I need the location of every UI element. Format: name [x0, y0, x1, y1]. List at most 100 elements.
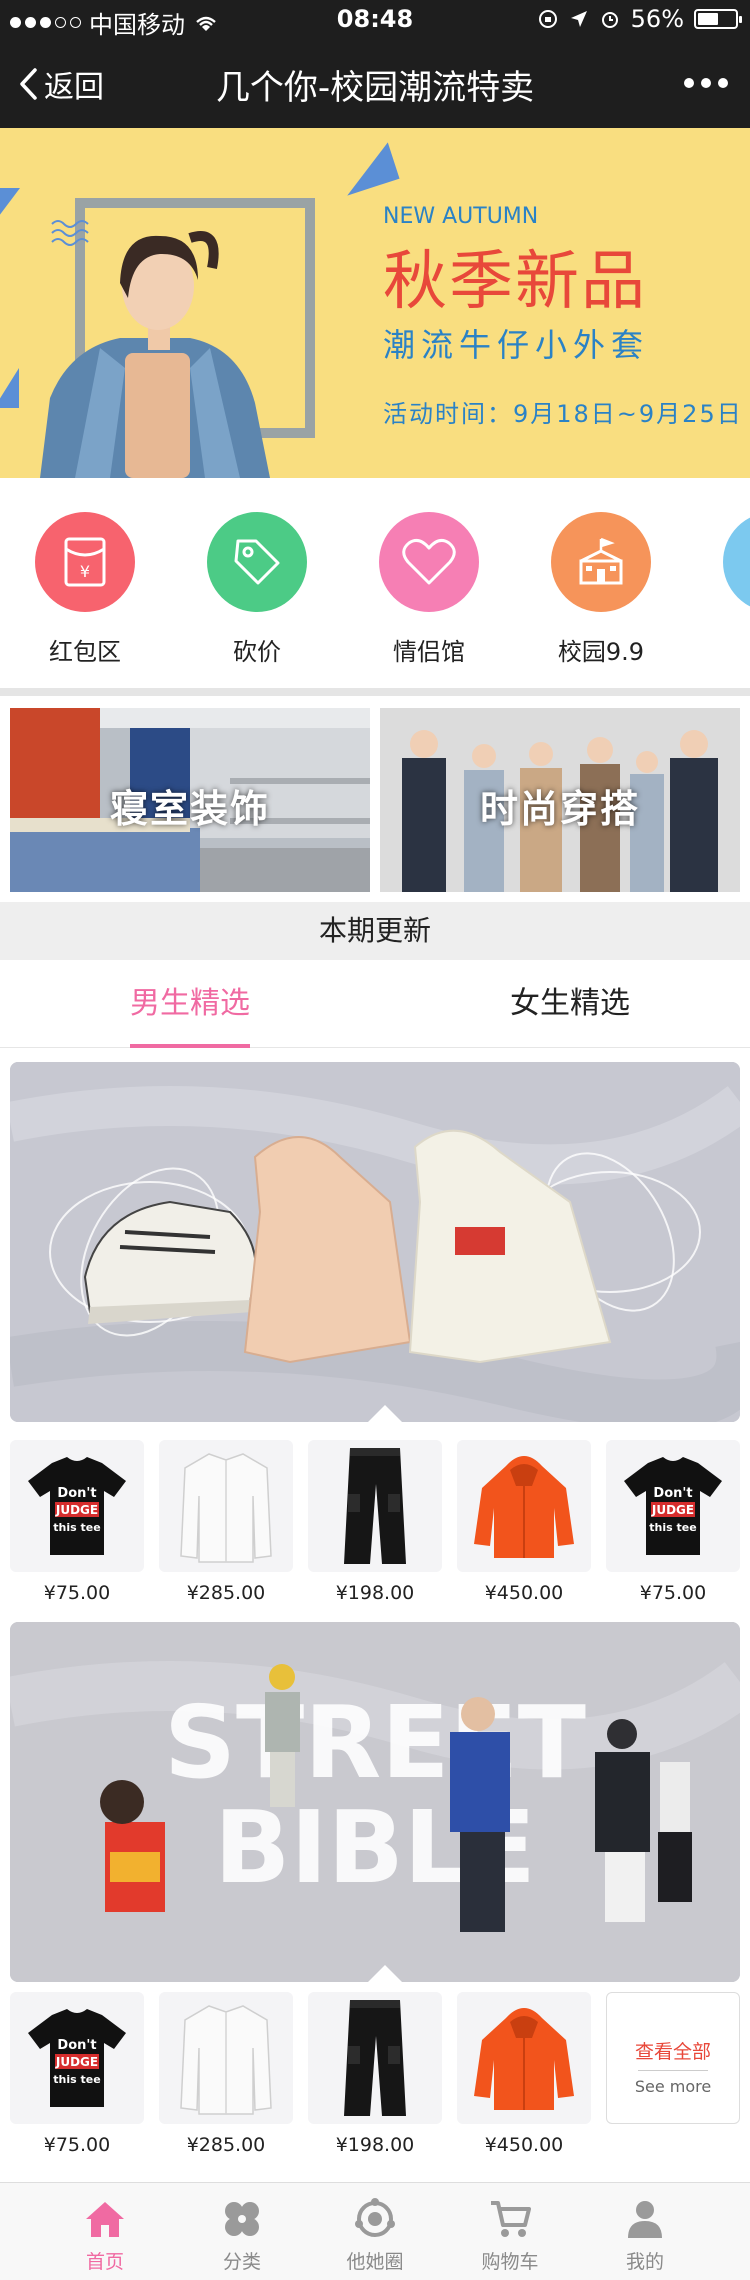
tile-caption: 寝室装饰 [109, 787, 270, 831]
category-label: 情侣馆 [393, 638, 465, 666]
nav-bar: 返回 几个你-校园潮流特卖 [0, 40, 750, 128]
tabbar-label: 他她圈 [346, 2251, 404, 2273]
product-price: ¥285.00 [186, 2134, 266, 2156]
price-tag-icon [234, 539, 280, 585]
red-envelope-icon: ¥ [64, 537, 106, 587]
profile-icon [628, 2201, 662, 2238]
location-icon [570, 11, 587, 27]
category-circle [723, 512, 750, 612]
collection-hero-1[interactable] [10, 1062, 740, 1422]
category-campus[interactable]: 校园9.9 [541, 512, 661, 667]
product-price: ¥450.00 [484, 1582, 564, 1604]
tabbar-label: 购物车 [481, 2251, 539, 2273]
tile-caption: 时尚穿搭 [479, 787, 640, 831]
white-shirt-image [180, 2005, 272, 2115]
product-card[interactable]: ¥450.00 [457, 1440, 591, 1604]
product-image [308, 1992, 442, 2124]
category-circle [379, 512, 479, 612]
product-image: Don't JUDGE this tee [606, 1440, 740, 1572]
page-title: 几个你-校园潮流特卖 [215, 68, 535, 108]
svg-text:Don't: Don't [57, 2038, 96, 2053]
tabbar-profile[interactable]: 我的 [570, 2183, 720, 2280]
gender-tabs: 男生精选 女生精选 [0, 960, 750, 1048]
hero-notch [367, 1965, 403, 1982]
product-card[interactable]: Don't JUDGE this tee ¥75.00 [10, 1440, 144, 1604]
orange-jacket-image [474, 2008, 574, 2110]
tile-dorm-decor[interactable]: 寝室装饰 [10, 708, 370, 892]
product-price: ¥75.00 [639, 1582, 707, 1604]
product-card[interactable]: ¥285.00 [159, 1992, 293, 2156]
product-price: ¥450.00 [484, 2134, 564, 2156]
svg-text:¥: ¥ [80, 562, 90, 581]
category-red-envelope[interactable]: ¥ 红包区 [25, 512, 145, 667]
category-circle: ¥ [35, 512, 135, 612]
street-figure [658, 1762, 692, 1902]
product-image [159, 1440, 293, 1572]
battery-percent: 56% [630, 5, 684, 33]
product-card[interactable]: ¥285.00 [159, 1440, 293, 1604]
model-photo [40, 231, 270, 478]
view-all-sublabel: See more [634, 2077, 712, 2096]
tab-mens-picks[interactable]: 男生精选 [130, 960, 250, 1048]
product-image [457, 1440, 591, 1572]
black-pants-image [344, 1448, 406, 1564]
more-button[interactable] [684, 66, 728, 100]
tabbar-category[interactable]: 分类 [167, 2183, 317, 2280]
rotation-lock-icon [538, 10, 557, 28]
product-image: Don't JUDGE this tee [10, 1440, 144, 1572]
category-trend[interactable]: 潮 [713, 512, 750, 667]
view-all-label: 查看全部 [634, 2041, 711, 2063]
cart-icon [491, 2201, 531, 2237]
black-pants-image [344, 2000, 406, 2116]
black-tee-image: Don't JUDGE this tee [624, 1457, 722, 1555]
section-divider [0, 688, 750, 696]
product-image: Don't JUDGE this tee [10, 1992, 144, 2124]
white-shirt-image [180, 1453, 272, 1563]
category-circle [207, 512, 307, 612]
orange-jacket-image [474, 1456, 574, 1558]
banner-headline: 秋季新品 [383, 245, 647, 319]
product-card[interactable]: ¥198.00 [308, 1992, 442, 2156]
street-bible-artwork: STREET BIBLE [10, 1622, 740, 1982]
category-label: 砍价 [233, 638, 281, 666]
product-card[interactable]: ¥198.00 [308, 1440, 442, 1604]
product-card[interactable]: Don't JUDGE this tee ¥75.00 [606, 1440, 740, 1604]
hero-notch [367, 1405, 403, 1422]
product-price: ¥198.00 [335, 1582, 415, 1604]
tab-womens-picks[interactable]: 女生精选 [505, 960, 635, 1048]
tabbar-label: 分类 [222, 2251, 261, 2273]
status-bar: 中国移动 08:48 56% [0, 0, 750, 40]
product-price: ¥285.00 [186, 1582, 266, 1604]
view-all-divider [638, 2070, 708, 2071]
promo-banner[interactable]: NEW AUTUMN 秋季新品 潮流牛仔小外套 活动时间：9月18日~9月25日 [0, 128, 750, 478]
svg-text:JUDGE: JUDGE [651, 1503, 694, 1517]
product-card[interactable]: ¥450.00 [457, 1992, 591, 2156]
category-couples[interactable]: 情侣馆 [369, 512, 489, 667]
product-card[interactable]: Don't JUDGE this tee ¥75.00 [10, 1992, 144, 2156]
category-label: 潮 [713, 632, 750, 667]
tabbar-circle[interactable]: 他她圈 [300, 2183, 450, 2280]
product-price: ¥75.00 [43, 1582, 111, 1604]
tabbar-cart[interactable]: 购物车 [435, 2183, 585, 2280]
tabbar-home[interactable]: 首页 [30, 2183, 180, 2280]
svg-text:this tee: this tee [649, 1521, 696, 1534]
product-image [457, 1992, 591, 2124]
product-price: ¥75.00 [43, 2134, 111, 2156]
category-circle [551, 512, 651, 612]
hero-artwork [10, 1062, 740, 1422]
collection-hero-2[interactable]: STREET BIBLE [10, 1622, 740, 1982]
category-bargain[interactable]: 砍价 [197, 512, 317, 667]
product-image [159, 1992, 293, 2124]
banner-product-line: 潮流牛仔小外套 [383, 326, 650, 364]
hero-text-street: STREET [164, 1684, 586, 1801]
decor-triangle [0, 188, 20, 228]
svg-text:Don't: Don't [653, 1486, 692, 1501]
alarm-icon [601, 12, 618, 28]
category-label: 校园9.9 [557, 638, 645, 666]
circle-icon [355, 2198, 395, 2237]
category-icon [225, 2202, 259, 2236]
tile-fashion[interactable]: 时尚穿搭 [380, 708, 740, 892]
svg-text:JUDGE: JUDGE [55, 1503, 98, 1517]
view-all-button[interactable]: 查看全部 See more [606, 1992, 740, 2124]
category-row: ¥ 红包区 砍价 情侣馆 校园9.9 潮 [0, 478, 750, 688]
